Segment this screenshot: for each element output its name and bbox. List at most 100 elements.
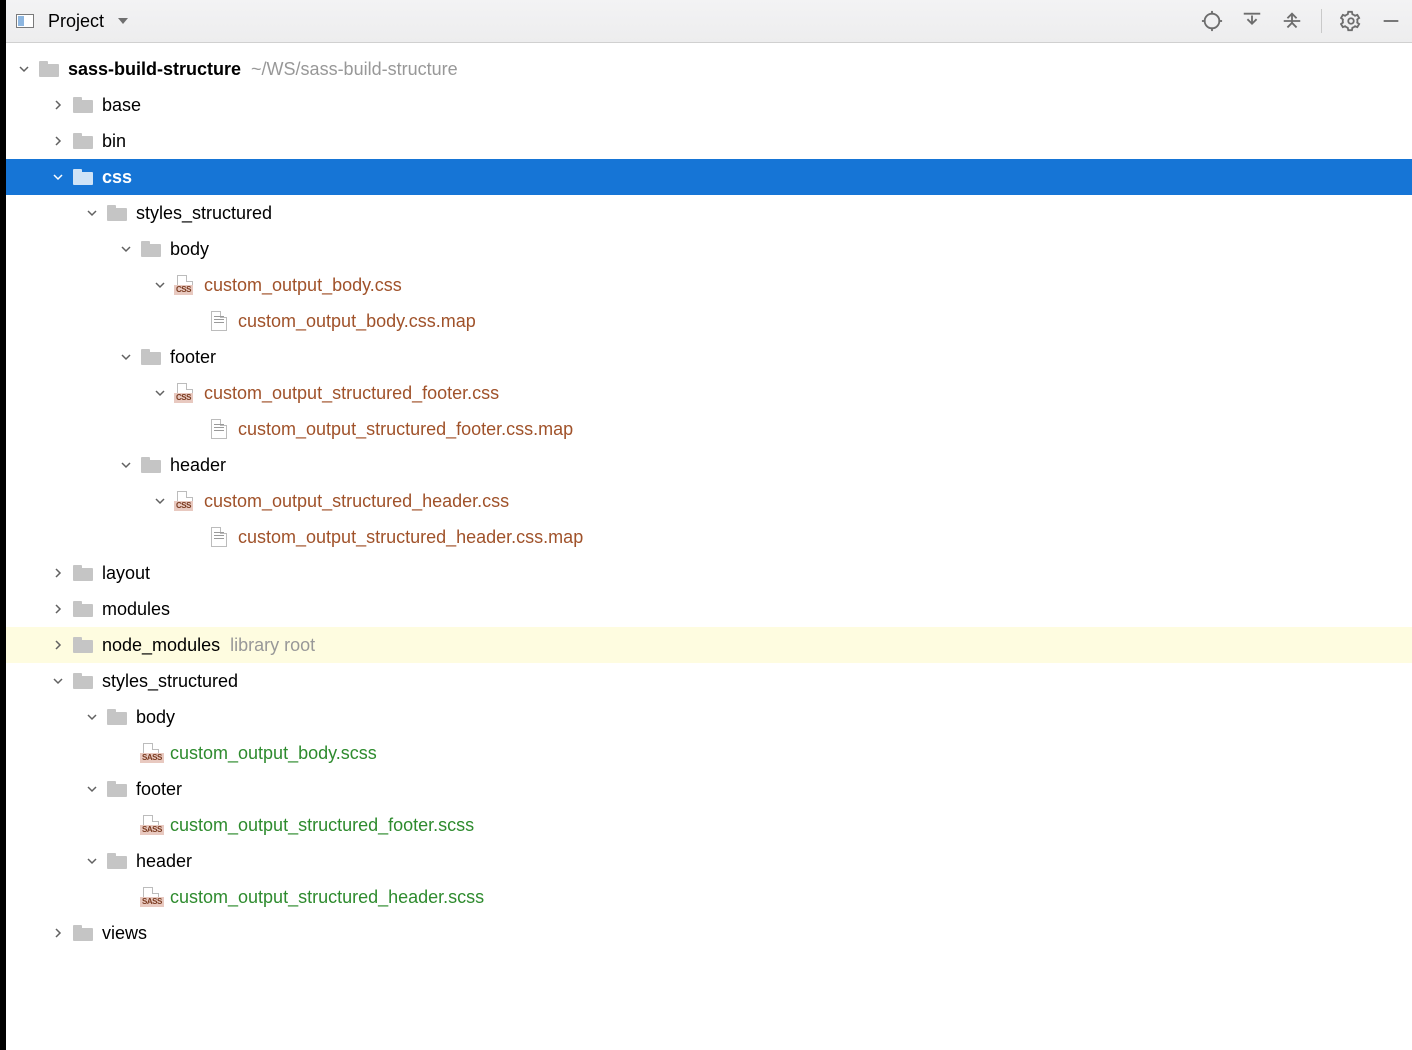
chevron-right-icon[interactable] <box>50 601 66 617</box>
chevron-down-icon[interactable] <box>152 277 168 293</box>
folder-label: header <box>136 851 192 872</box>
chevron-down-icon[interactable] <box>152 385 168 401</box>
file-label: custom_output_structured_header.css <box>204 491 509 512</box>
tree-item-views[interactable]: views <box>6 915 1412 951</box>
folder-icon <box>72 922 94 944</box>
folder-icon <box>72 130 94 152</box>
tree-item-footer-scss[interactable]: SASS custom_output_structured_footer.scs… <box>6 807 1412 843</box>
folder-label: views <box>102 923 147 944</box>
folder-icon <box>140 238 162 260</box>
project-toolbar: Project <box>6 0 1412 43</box>
folder-label: css <box>102 167 132 188</box>
locate-icon[interactable] <box>1201 10 1223 32</box>
css-file-icon: CSS <box>174 275 196 295</box>
map-file-icon <box>208 527 230 547</box>
tree-item-scss-header[interactable]: header <box>6 843 1412 879</box>
chevron-right-icon[interactable] <box>50 565 66 581</box>
tree-item-css-header[interactable]: header <box>6 447 1412 483</box>
file-label: custom_output_body.css.map <box>238 311 476 332</box>
tree-item-scss-footer[interactable]: footer <box>6 771 1412 807</box>
folder-label: body <box>170 239 209 260</box>
file-label: custom_output_structured_header.scss <box>170 887 484 908</box>
folder-label: header <box>170 455 226 476</box>
folder-icon <box>72 94 94 116</box>
tree-item-node-modules[interactable]: node_modules library root <box>6 627 1412 663</box>
file-label: custom_output_structured_header.css.map <box>238 527 583 548</box>
chevron-down-icon[interactable] <box>118 349 134 365</box>
tree-item-scss-body[interactable]: body <box>6 699 1412 735</box>
file-label: custom_output_structured_footer.scss <box>170 815 474 836</box>
chevron-down-icon[interactable] <box>16 61 32 77</box>
folder-icon <box>140 454 162 476</box>
css-file-icon: CSS <box>174 491 196 511</box>
tree-item-header-scss[interactable]: SASS custom_output_structured_header.scs… <box>6 879 1412 915</box>
folder-icon <box>38 58 60 80</box>
tree-item-header-css-map[interactable]: custom_output_structured_header.css.map <box>6 519 1412 555</box>
tree-root[interactable]: sass-build-structure ~/WS/sass-build-str… <box>6 51 1412 87</box>
hide-icon[interactable] <box>1380 10 1402 32</box>
tree-item-css-styles-structured[interactable]: styles_structured <box>6 195 1412 231</box>
folder-label: body <box>136 707 175 728</box>
folder-icon <box>72 598 94 620</box>
folder-label: footer <box>136 779 182 800</box>
project-tree: sass-build-structure ~/WS/sass-build-str… <box>6 43 1412 951</box>
view-selector[interactable]: Project <box>16 11 128 32</box>
tree-item-styles-structured[interactable]: styles_structured <box>6 663 1412 699</box>
tree-item-bin[interactable]: bin <box>6 123 1412 159</box>
chevron-right-icon[interactable] <box>50 133 66 149</box>
folder-icon <box>106 778 128 800</box>
gear-icon[interactable] <box>1340 10 1362 32</box>
folder-label: styles_structured <box>102 671 238 692</box>
chevron-down-icon[interactable] <box>84 781 100 797</box>
folder-label: footer <box>170 347 216 368</box>
tree-item-css-footer[interactable]: footer <box>6 339 1412 375</box>
chevron-down-icon[interactable] <box>50 169 66 185</box>
collapse-all-icon[interactable] <box>1281 10 1303 32</box>
file-label: custom_output_structured_footer.css <box>204 383 499 404</box>
folder-label: layout <box>102 563 150 584</box>
tree-item-header-css[interactable]: CSS custom_output_structured_header.css <box>6 483 1412 519</box>
file-label: custom_output_structured_footer.css.map <box>238 419 573 440</box>
chevron-down-icon <box>118 18 128 24</box>
view-title: Project <box>48 11 104 32</box>
chevron-down-icon[interactable] <box>84 709 100 725</box>
root-path: ~/WS/sass-build-structure <box>251 59 458 80</box>
map-file-icon <box>208 311 230 331</box>
sass-file-icon: SASS <box>140 815 162 835</box>
tree-item-css[interactable]: css <box>6 159 1412 195</box>
chevron-down-icon[interactable] <box>152 493 168 509</box>
chevron-down-icon[interactable] <box>84 853 100 869</box>
tree-item-footer-css-map[interactable]: custom_output_structured_footer.css.map <box>6 411 1412 447</box>
chevron-down-icon[interactable] <box>118 457 134 473</box>
library-root-hint: library root <box>230 635 315 656</box>
folder-icon <box>72 166 94 188</box>
sass-file-icon: SASS <box>140 743 162 763</box>
chevron-right-icon[interactable] <box>50 925 66 941</box>
tree-item-layout[interactable]: layout <box>6 555 1412 591</box>
folder-label: base <box>102 95 141 116</box>
folder-icon <box>140 346 162 368</box>
folder-label: styles_structured <box>136 203 272 224</box>
chevron-right-icon[interactable] <box>50 637 66 653</box>
folder-icon <box>106 850 128 872</box>
tree-item-footer-css[interactable]: CSS custom_output_structured_footer.css <box>6 375 1412 411</box>
tree-item-body-scss[interactable]: SASS custom_output_body.scss <box>6 735 1412 771</box>
expand-all-icon[interactable] <box>1241 10 1263 32</box>
chevron-down-icon[interactable] <box>50 673 66 689</box>
tree-item-modules[interactable]: modules <box>6 591 1412 627</box>
chevron-right-icon[interactable] <box>50 97 66 113</box>
root-name: sass-build-structure <box>68 59 241 80</box>
chevron-down-icon[interactable] <box>118 241 134 257</box>
folder-label: bin <box>102 131 126 152</box>
chevron-down-icon[interactable] <box>84 205 100 221</box>
file-label: custom_output_body.scss <box>170 743 377 764</box>
tree-item-body-css-map[interactable]: custom_output_body.css.map <box>6 303 1412 339</box>
folder-label: modules <box>102 599 170 620</box>
folder-icon <box>72 562 94 584</box>
map-file-icon <box>208 419 230 439</box>
separator <box>1321 9 1322 33</box>
tree-item-css-body[interactable]: body <box>6 231 1412 267</box>
tree-item-base[interactable]: base <box>6 87 1412 123</box>
css-file-icon: CSS <box>174 383 196 403</box>
tree-item-body-css[interactable]: CSS custom_output_body.css <box>6 267 1412 303</box>
